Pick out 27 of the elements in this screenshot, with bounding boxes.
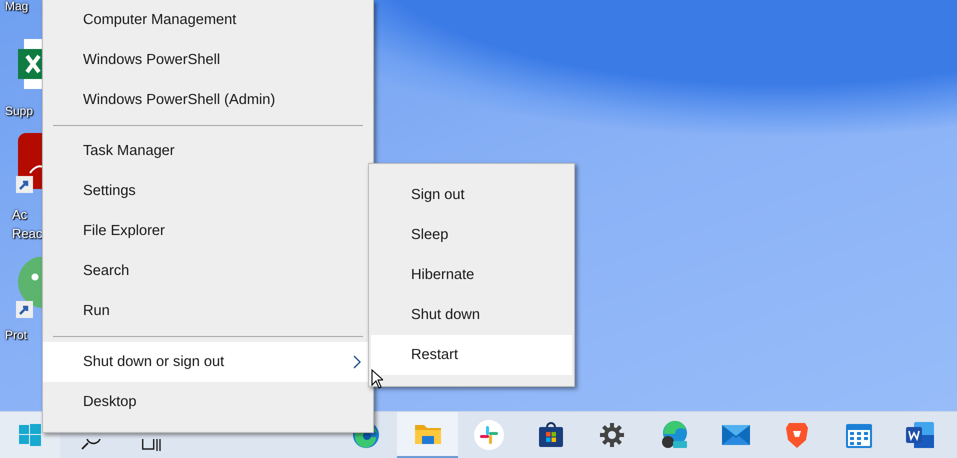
desktop-icon-label: Ac Reac [11, 206, 44, 243]
menu-item[interactable]: Computer Management [43, 0, 373, 40]
lion-shield-icon [785, 421, 810, 449]
menu-item[interactable]: Hibernate [371, 255, 572, 295]
menu-item[interactable]: Sleep [371, 215, 572, 255]
desktop-icon-label: Prot [4, 327, 28, 343]
settings-icon [599, 422, 626, 448]
menu-item[interactable]: Windows PowerShell [43, 40, 373, 80]
document-icon [905, 421, 936, 449]
menu-item[interactable]: Restart [371, 335, 572, 375]
shopping-bag-icon [538, 422, 564, 448]
mouse-pointer-icon [371, 369, 383, 389]
windows-logo-icon [19, 424, 41, 446]
calendar-icon [844, 421, 873, 449]
hash-dots-icon [473, 419, 506, 451]
menu-item[interactable]: Shut down [371, 295, 572, 335]
menu-item[interactable]: Desktop [43, 382, 373, 422]
menu-item[interactable]: Windows PowerShell (Admin) [43, 80, 373, 120]
folder-icon [414, 422, 442, 446]
desktop-icon-label: Supp [4, 103, 34, 119]
desktop-icon-label: Mag [4, 0, 30, 14]
task-view-icon [142, 439, 162, 451]
folder-button[interactable] [396, 412, 458, 458]
menu-item[interactable]: Sign out [371, 175, 572, 215]
menu-item[interactable]: Task Manager [43, 131, 373, 171]
envelope-icon [720, 423, 751, 447]
search-icon [80, 439, 102, 451]
